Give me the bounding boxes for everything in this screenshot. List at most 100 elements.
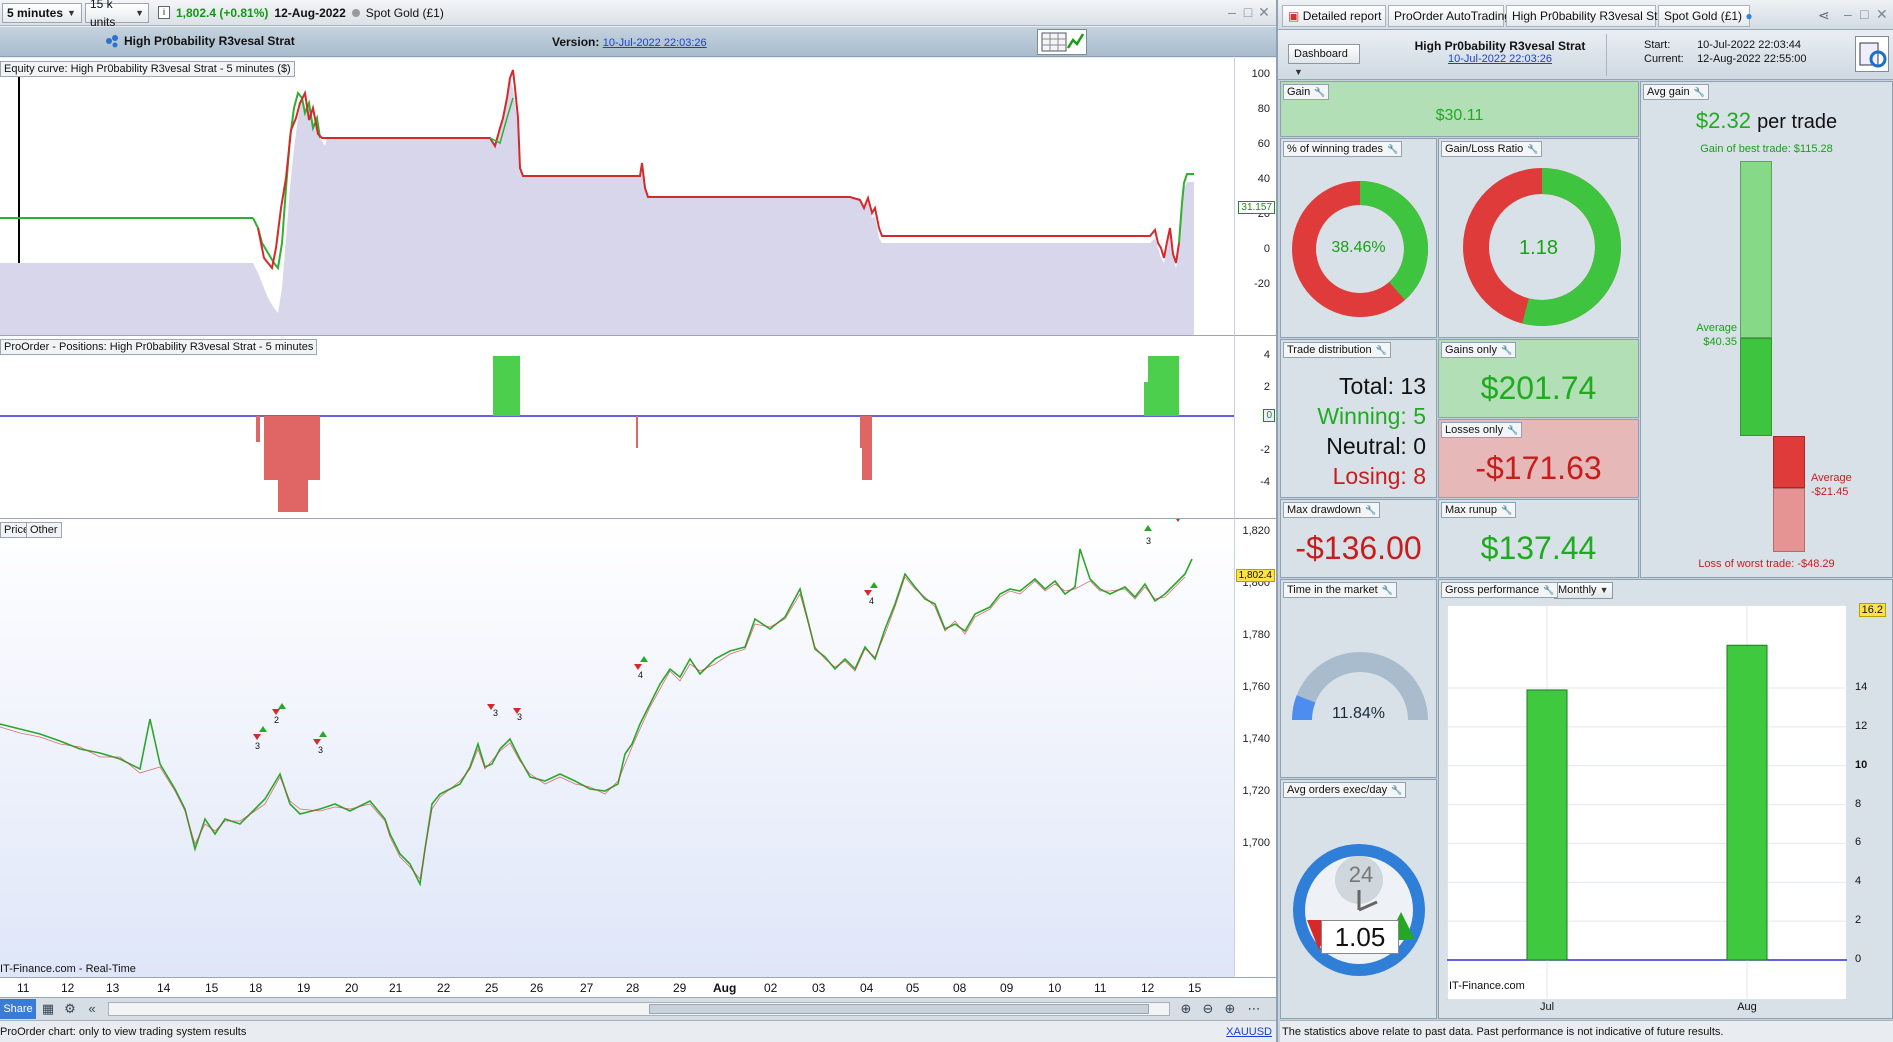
zoom-out-icon[interactable]: ⊖ xyxy=(1200,1001,1216,1017)
axis-tick: 0 xyxy=(1263,243,1270,255)
avg-orders-label[interactable]: Avg orders exec/day 🔧 xyxy=(1283,782,1407,798)
scrollbar-thumb[interactable] xyxy=(649,1004,1149,1014)
gain-loss-tile: Gain/Loss Ratio 🔧 1.18 xyxy=(1438,138,1639,338)
zoom-in-icon[interactable]: ⊕ xyxy=(1222,1001,1238,1017)
time-in-market-label[interactable]: Time in the market 🔧 xyxy=(1283,582,1397,598)
gains-only-label[interactable]: Gains only 🔧 xyxy=(1441,342,1517,358)
gross-performance-label[interactable]: Gross performance 🔧 xyxy=(1441,582,1559,598)
minimize-icon[interactable]: – xyxy=(1844,6,1852,22)
close-icon[interactable]: ✕ xyxy=(1256,4,1272,20)
axis-tick: -4 xyxy=(1260,476,1270,488)
chart-window: 5 minutes ▼ 15 k units ▼ i 1,802.4 (+0.8… xyxy=(0,0,1276,1042)
spreadsheet-icon[interactable] xyxy=(1037,29,1087,55)
axis-tick: 2 xyxy=(1263,381,1270,393)
report-window: ▣ Detailed report ProOrder AutoTrading H… xyxy=(1276,0,1893,1042)
date-tick: 25 xyxy=(485,981,499,995)
units-dropdown[interactable]: 15 k units ▼ xyxy=(85,0,149,29)
date-tick: 05 xyxy=(906,981,920,995)
bar-aug[interactable] xyxy=(1726,644,1768,961)
max-runup-label[interactable]: Max runup 🔧 xyxy=(1441,502,1517,518)
axis-tick: 10 xyxy=(1855,758,1868,771)
tab-instrument[interactable]: Spot Gold (£1) ● xyxy=(1658,5,1753,27)
price-summary: 1,802.4 (+0.81%) 12-Aug-2022 Spot Gold (… xyxy=(176,6,444,20)
date-tick: 03 xyxy=(812,981,826,995)
trade-distribution-label[interactable]: Trade distribution 🔧 xyxy=(1283,342,1391,358)
symbol-link[interactable]: XAUUSD xyxy=(1226,1026,1272,1038)
strategy-titlebar: High Pr0bability R3vesal Strat Version: … xyxy=(0,27,1276,57)
report-tabs: ▣ Detailed report ProOrder AutoTrading H… xyxy=(1278,0,1893,30)
info-icon[interactable]: i xyxy=(158,6,170,19)
date-tick: 29 xyxy=(673,981,687,995)
date-tick: 12 xyxy=(61,981,75,995)
version-link[interactable]: 10-Jul-2022 22:03:26 xyxy=(603,37,707,49)
more-icon[interactable]: ⋯ xyxy=(1246,1001,1262,1017)
equity-curve-pane[interactable]: Equity curve: High Pr0bability R3vesal S… xyxy=(0,58,1234,336)
maximize-icon[interactable]: □ xyxy=(1860,6,1868,22)
current-date: Current: 12-Aug-2022 22:55:00 xyxy=(1644,53,1807,65)
axis-tick: -20 xyxy=(1254,278,1270,290)
date-tick: 12 xyxy=(1141,981,1155,995)
winning-pct-label[interactable]: % of winning trades 🔧 xyxy=(1283,141,1403,157)
equity-curve-label: Equity curve: High Pr0bability R3vesal S… xyxy=(0,61,295,77)
report-strategy-name: High Pr0bability R3vesal Strat xyxy=(1414,39,1586,53)
time-in-market-tile: Time in the market 🔧 11.84% xyxy=(1280,579,1437,778)
date-tick: 11 xyxy=(1094,981,1107,995)
version-info: Version: 10-Jul-2022 22:03:26 xyxy=(552,35,707,49)
report-header: Dashboard ▼ High Pr0bability R3vesal Str… xyxy=(1278,30,1893,80)
axis-tick: 1,740 xyxy=(1242,733,1270,745)
settings-icon[interactable]: ⚙ xyxy=(62,1001,78,1017)
max-drawdown-label[interactable]: Max drawdown 🔧 xyxy=(1283,502,1381,518)
share-icon[interactable]: ⋖ xyxy=(1818,7,1830,24)
tab-strategy[interactable]: High Pr0bability R3vesal Strat xyxy=(1506,5,1671,27)
maximize-icon[interactable]: □ xyxy=(1240,4,1256,20)
gross-current-tag: 16.2 xyxy=(1858,603,1886,617)
report-settings-icon[interactable] xyxy=(1855,36,1889,72)
avg-gain-value: $2.32 per trade xyxy=(1695,108,1838,133)
timeframe-dropdown[interactable]: 5 minutes ▼ xyxy=(2,3,82,23)
date-tick: 15 xyxy=(205,981,219,995)
crosshair-zoom-icon[interactable]: ⊕ xyxy=(1178,1001,1194,1017)
disclaimer: The statistics above relate to past data… xyxy=(1280,1020,1893,1042)
tab-other[interactable]: Other xyxy=(26,522,62,538)
losses-only-label[interactable]: Losses only 🔧 xyxy=(1441,422,1523,438)
horizontal-scrollbar[interactable] xyxy=(108,1002,1170,1016)
equity-curve-plot xyxy=(0,68,1194,335)
trade-count-label: 3 xyxy=(1146,536,1152,546)
share-button[interactable]: Share xyxy=(0,999,36,1019)
axis-tick: 100 xyxy=(1251,68,1270,80)
avg-loss-label: Average xyxy=(1811,472,1852,484)
distribution-total: Total: 13 xyxy=(1339,373,1426,399)
price-pane[interactable]: Price Other 3 2 3 3 3 4 4 3 IT-Finance.c… xyxy=(0,519,1234,978)
axis-tick: 4 xyxy=(1263,349,1270,361)
avg-gain-label[interactable]: Avg gain 🔧 xyxy=(1643,84,1709,100)
wrench-icon: 🔧 xyxy=(1507,425,1519,435)
gain-label[interactable]: Gain 🔧 xyxy=(1283,84,1330,100)
period-dropdown[interactable]: Monthly ▼ xyxy=(1554,582,1613,599)
axis-tick: 1,720 xyxy=(1242,785,1270,797)
axis-tick: 14 xyxy=(1855,681,1868,693)
dashboard-label: Dashboard xyxy=(1294,48,1348,60)
gain-loss-label[interactable]: Gain/Loss Ratio 🔧 xyxy=(1441,141,1543,157)
gross-performance-tile: Gross performance 🔧 Monthly ▼ IT-Finance.… xyxy=(1438,579,1893,1019)
report-strategy-version-link[interactable]: 10-Jul-2022 22:03:26 xyxy=(1410,53,1590,65)
gross-value-axis: 16.2 14 12 10 8 6 4 2 0 xyxy=(1849,603,1892,1000)
avg-win-value: $40.35 xyxy=(1703,336,1737,348)
positions-pane[interactable]: ProOrder - Positions: High Pr0bability R… xyxy=(0,336,1234,519)
start-date: Start: 10-Jul-2022 22:03:44 xyxy=(1644,39,1801,51)
dashboard-dropdown[interactable]: Dashboard ▼ xyxy=(1288,44,1360,77)
axis-tick: 1,780 xyxy=(1242,629,1270,641)
price-watermark: IT-Finance.com - Real-Time xyxy=(0,963,136,975)
max-drawdown-value: -$136.00 xyxy=(1295,530,1422,566)
tab-detailed-report[interactable]: ▣ Detailed report xyxy=(1282,5,1386,27)
bar-jul[interactable] xyxy=(1526,689,1568,961)
avg-gain-bar xyxy=(1740,338,1772,436)
positions-axis: 4 2 -2 -4 0 xyxy=(1234,336,1276,519)
double-chevron-left-icon[interactable]: « xyxy=(84,1001,100,1017)
close-icon[interactable]: ✕ xyxy=(1876,6,1888,23)
wrench-icon: 🔧 xyxy=(1527,144,1539,154)
avg-orders-tile: Avg orders exec/day 🔧 24 1.05 xyxy=(1280,779,1437,1019)
minimize-icon[interactable]: – xyxy=(1224,4,1240,20)
calendar-icon[interactable]: ▦ xyxy=(40,1001,56,1017)
tab-proorder-autotrading[interactable]: ProOrder AutoTrading xyxy=(1388,5,1511,27)
chevron-down-icon: ▼ xyxy=(1599,585,1609,595)
